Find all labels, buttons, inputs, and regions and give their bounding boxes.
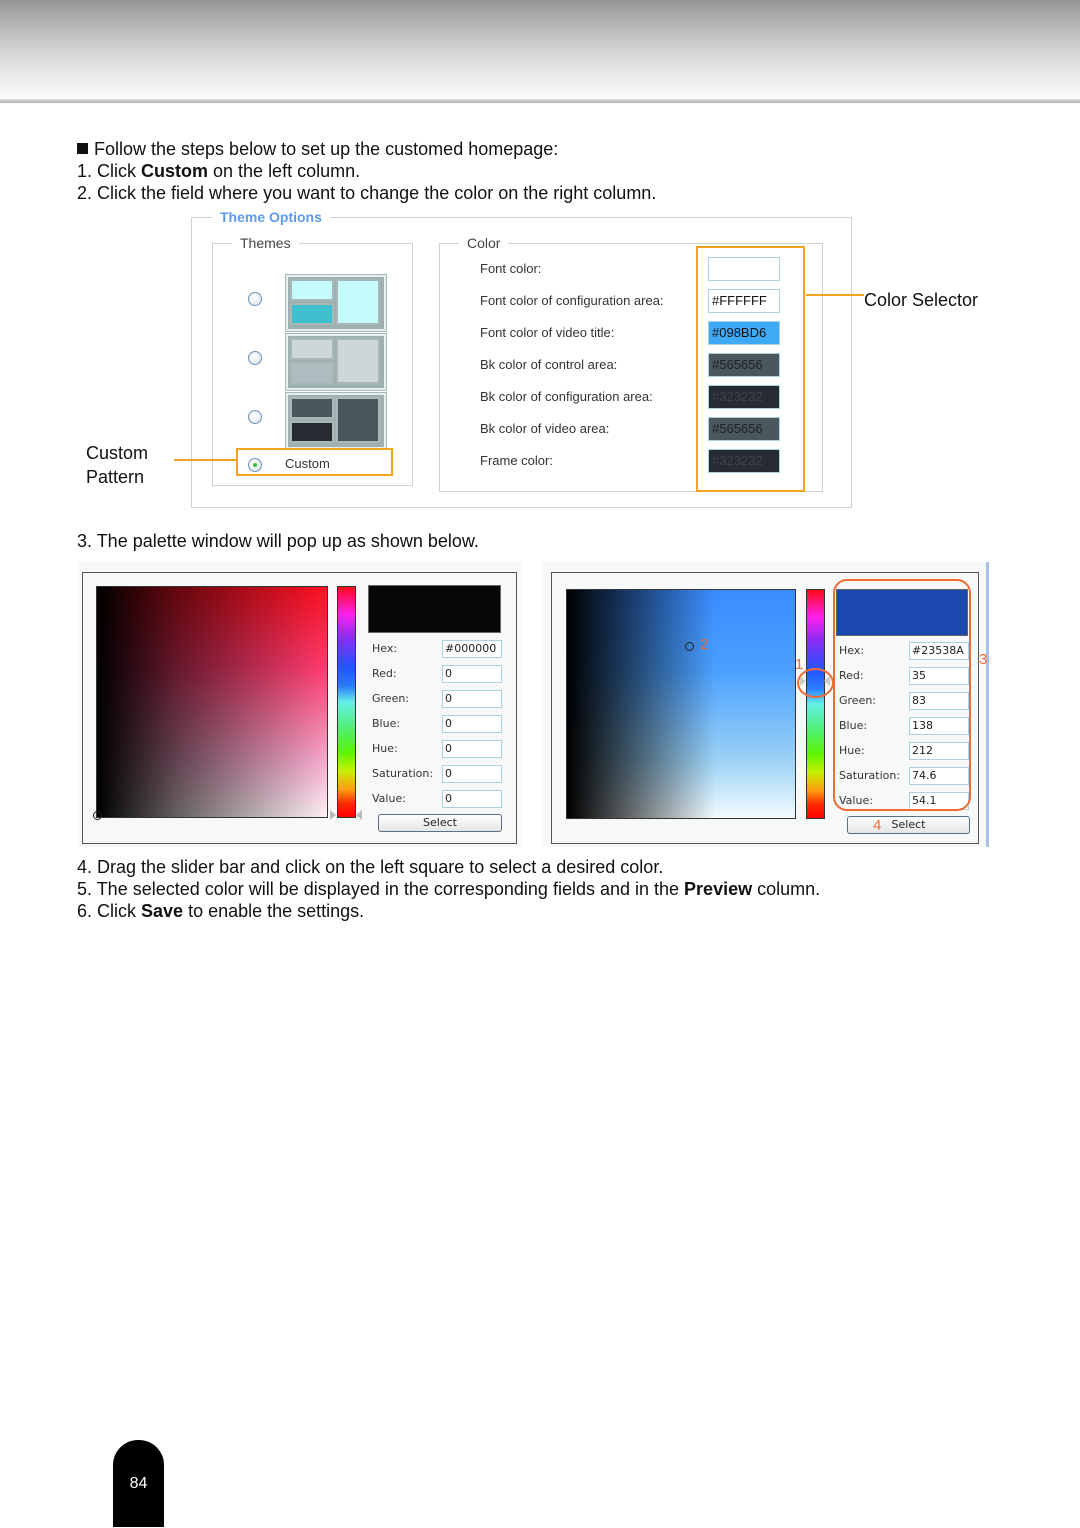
theme-2-radio[interactable]	[248, 351, 262, 365]
palette-field-label: Red:	[372, 667, 397, 680]
palette-field-label: Saturation:	[372, 767, 434, 780]
callout-number-2: 2	[700, 636, 709, 653]
palette-field-label: Green:	[372, 692, 410, 705]
palette-field-input[interactable]: 0	[442, 715, 502, 733]
theme-options-legend: Theme Options	[212, 209, 330, 225]
color-field-label: Font color of configuration area:	[480, 293, 664, 308]
color-preview-box	[368, 585, 501, 633]
theme-1-thumbnail[interactable]	[285, 274, 387, 332]
step-5: 5. The selected color will be displayed …	[77, 879, 821, 899]
select-button[interactable]: Select	[378, 814, 502, 832]
palette-field-label: Hex:	[372, 642, 398, 655]
color-field-label: Bk color of control area:	[480, 357, 618, 372]
color-selector-annotation: Color Selector	[864, 290, 979, 310]
saturation-value-square[interactable]	[96, 586, 328, 818]
palette-field-input[interactable]: 0	[442, 765, 502, 783]
select-button[interactable]: Select	[847, 816, 970, 834]
palette-window-left: Hex: #000000 Red: 0 Green: 0 Blue: 0 Hue: 0 Satura…	[78, 562, 522, 847]
custom-label[interactable]: Custom	[285, 456, 330, 471]
callout-oval-fields	[833, 579, 971, 811]
theme-1-radio[interactable]	[248, 292, 262, 306]
step-6: 6. Click Save to enable the settings.	[77, 901, 365, 921]
color-selector-highlight-box	[696, 246, 805, 492]
theme-2-thumbnail[interactable]	[285, 333, 387, 391]
color-picker-marker[interactable]	[93, 811, 102, 820]
bullet-square-icon	[77, 143, 88, 154]
palette-field-input[interactable]: 0	[442, 740, 502, 758]
color-field-label: Font color:	[480, 261, 542, 276]
palette-field-input[interactable]: 0	[442, 790, 502, 808]
step-1: 1. Click Custom on the left column.	[77, 161, 361, 181]
hue-slider-bar[interactable]	[806, 589, 825, 819]
hue-slider-left-arrow[interactable]	[330, 810, 336, 820]
color-field-label: Font color of video title:	[480, 325, 615, 340]
callout-number-1: 1	[795, 656, 804, 673]
palette-field-label: Hue:	[372, 742, 398, 755]
custom-pattern-leader-line	[174, 459, 237, 461]
saturation-value-square[interactable]	[566, 589, 796, 819]
page-number-tab: 84	[113, 1440, 164, 1527]
header-divider	[0, 99, 1080, 103]
palette-field-label: Value:	[372, 792, 406, 805]
custom-radio[interactable]	[248, 458, 262, 472]
page-header-band	[0, 0, 1080, 99]
intro-bullet: Follow the steps below to set up the cus…	[77, 138, 558, 160]
theme-options-figure: Theme Options Themes Custom Color Font c…	[191, 205, 852, 508]
window-scroll-edge	[986, 562, 989, 847]
callout-number-4: 4	[873, 817, 882, 834]
callout-number-3: 3	[979, 651, 988, 668]
palette-field-label: Blue:	[372, 717, 401, 730]
hue-slider-bar[interactable]	[337, 586, 356, 818]
step-4: 4. Drag the slider bar and click on the …	[77, 857, 664, 877]
step-3: 3. The palette window will pop up as sho…	[77, 531, 479, 551]
color-field-label: Frame color:	[480, 453, 553, 468]
color-legend: Color	[459, 235, 509, 251]
palette-field-input[interactable]: 0	[442, 690, 502, 708]
custom-pattern-annotation-line2: Pattern	[86, 467, 145, 487]
color-selector-leader-line	[806, 294, 864, 296]
theme-3-thumbnail[interactable]	[285, 392, 387, 450]
color-picker-marker[interactable]	[685, 642, 694, 651]
hue-slider-right-arrow[interactable]	[356, 810, 362, 820]
custom-pattern-annotation-line1: Custom	[86, 443, 149, 463]
palette-field-input[interactable]: 0	[442, 665, 502, 683]
palette-field-input[interactable]: #000000	[442, 640, 502, 658]
palette-window-right: Hex: #23538A Red: 35 Green: 83 Blue: 138 Hue: 212…	[543, 562, 989, 847]
step-2: 2. Click the field where you want to cha…	[77, 183, 657, 203]
theme-3-radio[interactable]	[248, 410, 262, 424]
color-field-label: Bk color of video area:	[480, 421, 610, 436]
color-field-label: Bk color of configuration area:	[480, 389, 653, 404]
themes-legend: Themes	[232, 235, 299, 251]
